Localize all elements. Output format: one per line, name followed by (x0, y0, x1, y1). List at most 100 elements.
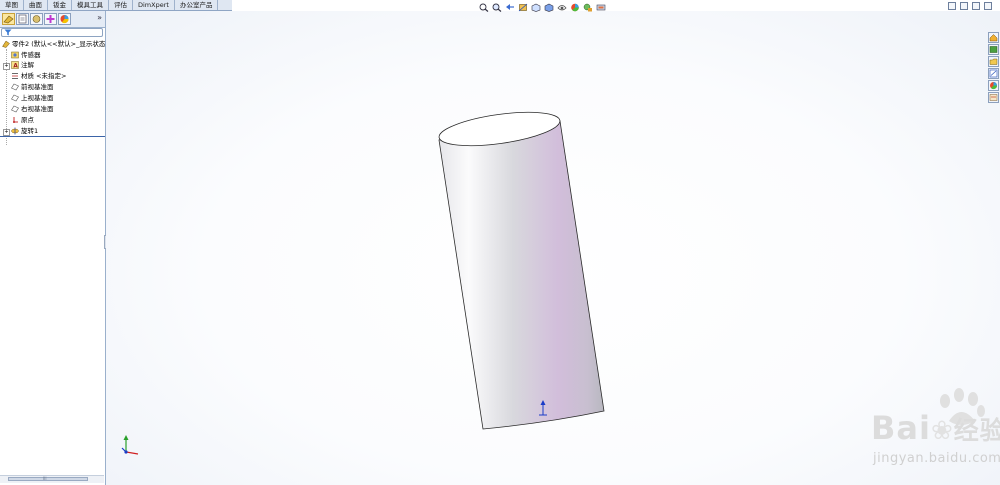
tree-part-node[interactable]: 零件2 (默认<<默认>_显示状态 (2, 39, 105, 49)
dimxpert-manager-tab[interactable] (44, 13, 57, 25)
svg-text:A: A (13, 63, 18, 69)
tab-sheet-metal[interactable]: 钣金 (48, 0, 72, 10)
tree-item-label: 注解 (21, 61, 34, 69)
tree-item-right-plane[interactable]: 右视基准面 (11, 104, 54, 114)
configuration-manager-icon (32, 15, 41, 23)
tab-mold-tools[interactable]: 模具工具 (72, 0, 109, 10)
feature-manager-panel: » 零件2 (默认<<默认>_显示状态 传感器 + A 注解 材质 <未指定> 前… (0, 11, 106, 485)
cylinder-model[interactable] (437, 106, 605, 430)
scrollbar-thumb[interactable]: III (8, 476, 88, 481)
design-library-tab[interactable] (988, 44, 999, 55)
display-manager-icon (60, 15, 69, 24)
minimize-window-button[interactable] (960, 2, 968, 10)
file-explorer-tab[interactable] (988, 56, 999, 67)
task-pane-tabs (988, 32, 999, 103)
scene-icon (583, 3, 592, 11)
origin-icon (13, 117, 18, 123)
section-view-button[interactable] (517, 2, 529, 12)
solidworks-resources-tab[interactable] (988, 32, 999, 43)
zoom-area-icon (492, 3, 502, 12)
plane-icon (11, 83, 19, 91)
horizontal-scrollbar[interactable]: III (0, 475, 104, 483)
graphics-area[interactable]: Bai❀经验 jingyan.baidu.com (106, 11, 1000, 485)
material-icon (12, 73, 18, 79)
heads-up-view-toolbar (478, 2, 607, 12)
watermark-du-glyph: ❀ (930, 416, 954, 446)
display-manager-tab[interactable] (58, 13, 71, 25)
tree-item-label: 旋转1 (21, 127, 39, 135)
part-label: 零件2 (默认<<默认>_显示状态 (12, 40, 106, 48)
view-orientation-triad-icon (121, 435, 139, 455)
dimxpert-icon (46, 15, 55, 23)
plane-icon (11, 94, 19, 102)
tree-item-label: 传感器 (21, 51, 41, 59)
previous-view-button[interactable] (504, 2, 516, 12)
property-manager-tab[interactable] (16, 13, 29, 25)
home-icon (989, 34, 998, 42)
folder-icon (989, 58, 998, 65)
display-style-icon (544, 3, 554, 12)
watermark-url: jingyan.baidu.com (873, 451, 1000, 466)
view-orientation-button[interactable] (530, 2, 542, 12)
revolve-icon (11, 127, 19, 135)
sensor-icon (11, 51, 19, 59)
annotations-expander[interactable]: + (3, 63, 10, 70)
command-manager-tabs: 草图 曲面 钣金 模具工具 评估 DimXpert 办公室产品 (0, 0, 232, 11)
tab-evaluate[interactable]: 评估 (109, 0, 133, 10)
tree-item-revolve[interactable]: 旋转1 (11, 126, 38, 136)
feature-tree-icon (3, 15, 14, 24)
feature-manager-tabs: » (0, 11, 105, 28)
view-settings-icon (596, 4, 606, 10)
feature-tree-tab[interactable] (2, 13, 15, 25)
tree-item-origin[interactable]: 原点 (11, 115, 34, 125)
hide-show-items-button[interactable] (556, 2, 568, 12)
tab-office-products[interactable]: 办公室产品 (175, 0, 219, 10)
property-manager-icon (18, 14, 27, 24)
zoom-to-fit-button[interactable] (478, 2, 490, 12)
watermark-brand: Bai❀经验 (871, 409, 1000, 447)
restore-window-button[interactable] (972, 2, 980, 10)
view-settings-button[interactable] (595, 2, 607, 12)
appearances-icon (990, 82, 998, 90)
custom-properties-tab[interactable] (988, 92, 999, 103)
tab-dimxpert[interactable]: DimXpert (133, 0, 175, 10)
display-style-button[interactable] (543, 2, 555, 12)
revolve-expander[interactable]: + (3, 129, 10, 136)
part-icon (2, 40, 10, 48)
configuration-manager-tab[interactable] (30, 13, 43, 25)
tile-window-button[interactable] (948, 2, 956, 10)
tree-item-label: 前视基准面 (21, 83, 54, 91)
tree-item-material[interactable]: 材质 <未指定> (11, 71, 66, 81)
tree-item-front-plane[interactable]: 前视基准面 (11, 82, 54, 92)
design-library-icon (989, 46, 998, 53)
custom-properties-icon (989, 94, 998, 101)
plane-icon (11, 105, 19, 113)
model-view (121, 106, 605, 455)
tree-item-label: 原点 (21, 116, 34, 124)
annotation-icon: A (11, 61, 19, 69)
apply-scene-button[interactable] (582, 2, 594, 12)
view-orientation-icon (531, 3, 541, 12)
view-palette-icon (989, 69, 998, 78)
more-tabs-button[interactable]: » (97, 13, 102, 22)
section-view-icon (518, 3, 528, 11)
watermark-brand-prefix: Bai (871, 409, 931, 447)
close-window-button[interactable] (984, 2, 992, 10)
watermark-brand-tail: 经验 (953, 416, 1000, 445)
appearances-tab[interactable] (988, 80, 999, 91)
baidu-watermark: Bai❀经验 jingyan.baidu.com (871, 387, 1000, 477)
tree-item-label: 上视基准面 (21, 94, 54, 102)
zoom-fit-icon (479, 3, 489, 12)
scroll-grip: III (43, 476, 47, 481)
view-palette-tab[interactable] (988, 68, 999, 79)
tree-item-sensors[interactable]: 传感器 (11, 50, 41, 60)
tab-sketch[interactable]: 草图 (0, 0, 24, 10)
tree-item-top-plane[interactable]: 上视基准面 (11, 93, 54, 103)
feature-tree-filter[interactable] (1, 28, 103, 37)
tree-item-label: 材质 <未指定> (21, 72, 67, 80)
zoom-area-button[interactable] (491, 2, 503, 12)
edit-appearance-button[interactable] (569, 2, 581, 12)
tab-surface[interactable]: 曲面 (24, 0, 48, 10)
tree-item-annotations[interactable]: A 注解 (11, 60, 34, 70)
rollback-bar[interactable] (0, 136, 105, 137)
